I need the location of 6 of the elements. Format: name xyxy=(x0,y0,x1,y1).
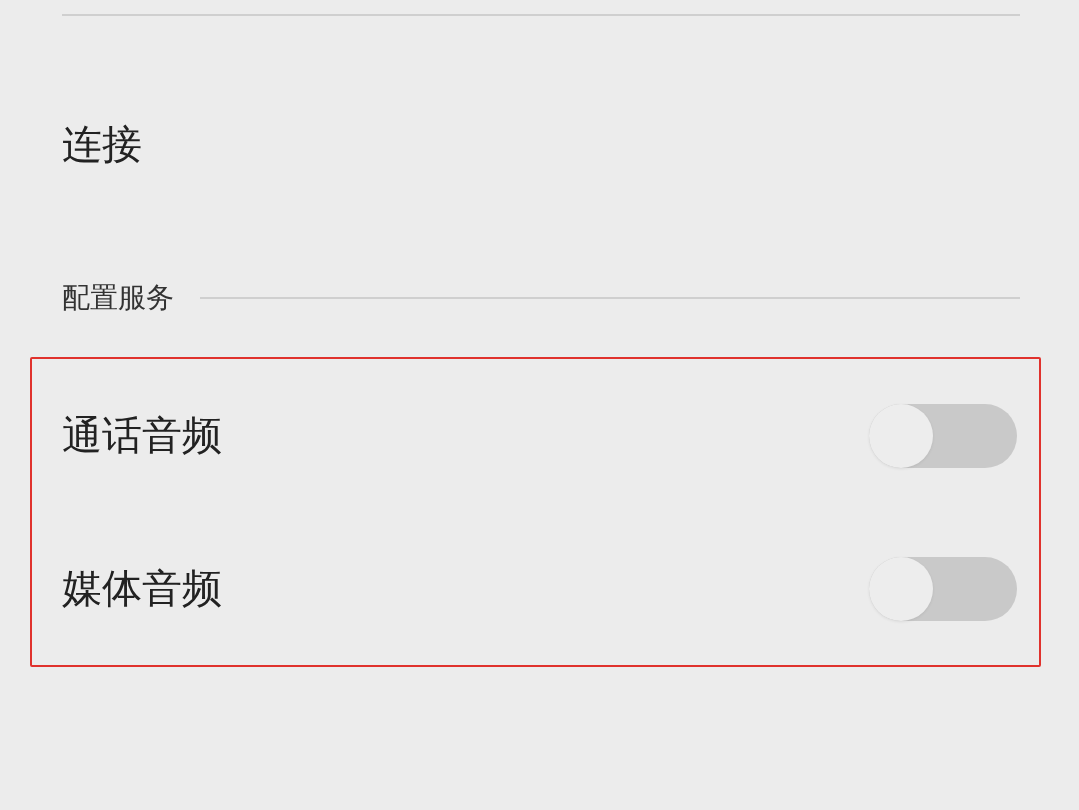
toggle-switch[interactable] xyxy=(869,403,1017,468)
setting-label: 媒体音频 xyxy=(62,564,222,613)
toggle-switch[interactable] xyxy=(869,556,1017,621)
section-header: 配置服务 xyxy=(62,280,174,316)
setting-label: 通话音频 xyxy=(62,411,222,460)
section-title: 连接 xyxy=(62,120,143,169)
